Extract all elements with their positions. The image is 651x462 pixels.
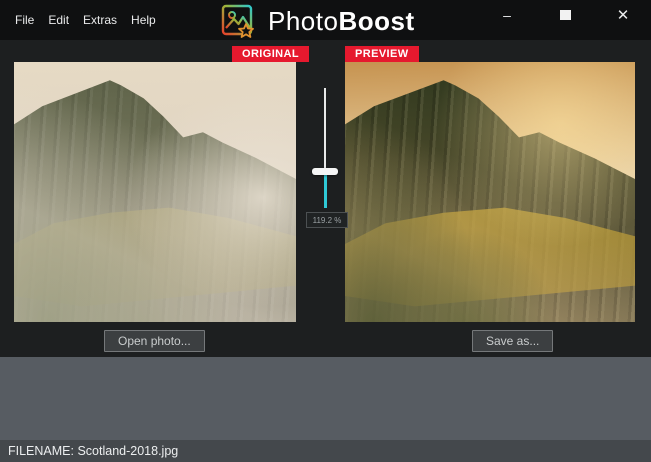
app-title-photo: Photo <box>268 5 339 36</box>
menu-bar: File Edit Extras Help <box>15 0 156 40</box>
preview-zoom-track-upper[interactable] <box>324 88 326 172</box>
preview-tag: PREVIEW <box>345 46 419 62</box>
photoboost-logo-icon <box>221 4 254 38</box>
preview-zoom-track-lower[interactable] <box>323 172 327 208</box>
maximize-button[interactable] <box>550 0 580 30</box>
save-as-button[interactable]: Save as... <box>472 330 554 352</box>
minimize-button[interactable]: – <box>492 0 522 30</box>
open-photo-button[interactable]: Open photo... <box>104 330 205 352</box>
original-tag: ORIGINAL <box>232 46 309 62</box>
original-photo-haze <box>14 62 296 322</box>
preview-zoom-value: 119.2 % <box>306 212 348 228</box>
menu-item-file[interactable]: File <box>15 13 34 27</box>
preview-zoom-slider[interactable] <box>310 88 340 208</box>
menu-item-edit[interactable]: Edit <box>48 13 69 27</box>
menu-item-help[interactable]: Help <box>131 13 156 27</box>
original-photo <box>14 62 296 322</box>
close-button[interactable]: ✕ <box>608 0 638 30</box>
photoboost-window: File Edit Extras Help Photo Boost – ✕ OR… <box>0 0 651 462</box>
preview-photo-glow <box>345 62 635 322</box>
menu-item-extras[interactable]: Extras <box>83 13 117 27</box>
app-title: Photo Boost <box>268 5 415 37</box>
filename-text: FILENAME: Scotland-2018.jpg <box>8 444 179 458</box>
app-title-boost: Boost <box>338 5 415 36</box>
preview-photo <box>345 62 635 322</box>
status-bar: FILENAME: Scotland-2018.jpg <box>0 440 651 462</box>
preview-zoom-slider-handle[interactable] <box>312 168 338 175</box>
title-bar: File Edit Extras Help Photo Boost – ✕ <box>0 0 651 40</box>
controls-panel: Automatic optimization: Off Auto-Color: … <box>0 357 651 440</box>
maximize-icon <box>559 10 571 20</box>
